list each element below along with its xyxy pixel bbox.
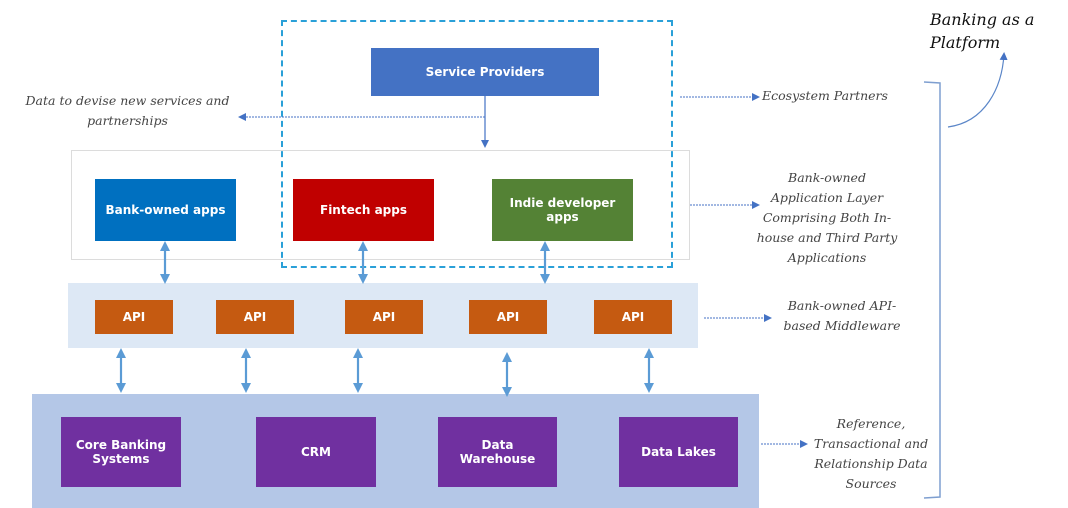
platform-curved-arrow [947,52,1008,128]
platform-bracket [923,81,941,499]
connector-layer [116,52,1008,499]
